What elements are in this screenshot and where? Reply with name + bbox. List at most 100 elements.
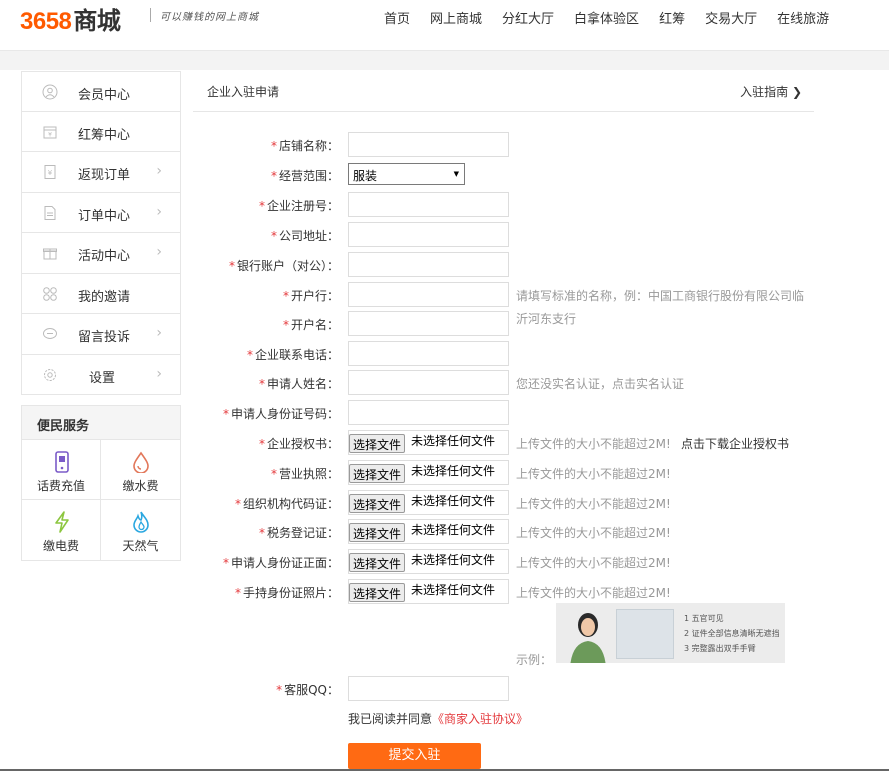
business-scope-select[interactable]: 服装 ▼	[348, 163, 465, 185]
page-title: 企业入驻申请	[207, 85, 280, 99]
nav-trading-hall[interactable]: 交易大厅	[705, 8, 757, 27]
merchant-agreement-link[interactable]: 《商家入驻协议》	[432, 712, 528, 726]
agreement-text: 我已阅读并同意《商家入驻协议》	[348, 712, 529, 726]
form-row-tax-registration: * 税务登记证： 选择文件 未选择任何文件 上传文件的大小不能超过2M!	[0, 519, 889, 544]
required-mark: *	[270, 139, 277, 153]
id-card-illustration	[616, 609, 674, 659]
nav-home[interactable]: 首页	[384, 8, 410, 27]
user-icon	[42, 84, 58, 100]
download-authorization-link[interactable]: 点击下载企业授权书	[681, 435, 789, 452]
handheld-id-file: 选择文件 未选择任何文件	[348, 579, 509, 604]
top-nav: 首页 网上商城 分红大厅 白拿体验区 红筹 交易大厅 在线旅游	[384, 8, 849, 27]
field-label: * 申请人身份证正面：	[222, 556, 339, 570]
applicant-name-input[interactable]	[348, 370, 509, 395]
registration-number-input[interactable]	[348, 192, 509, 217]
field-label: * 组织机构代码证：	[234, 497, 339, 511]
form-row-business-license: * 营业执照： 选择文件 未选择任何文件 上传文件的大小不能超过2M!	[0, 460, 889, 485]
submit-application-button[interactable]: 提交入驻	[348, 743, 481, 769]
form-row-account-name: * 开户名：	[0, 311, 889, 336]
form-row-authorization-letter: * 企业授权书： 选择文件 未选择任何文件 上传文件的大小不能超过2M! 点击下载…	[0, 430, 889, 455]
tax-registration-file: 选择文件 未选择任何文件	[348, 519, 509, 544]
form-row-bank-account: * 银行账户（对公）：	[0, 252, 889, 277]
company-phone-input[interactable]	[348, 341, 509, 366]
example-note: 3 完整露出双手手臂	[684, 644, 756, 653]
form-row-service-qq: * 客服QQ：	[0, 676, 889, 701]
bank-hint: 请填写标准的名称，例：中国工商银行股份有限公司临	[516, 289, 805, 303]
bank-account-input[interactable]	[348, 252, 509, 277]
company-address-input[interactable]	[348, 222, 509, 247]
field-label: * 营业执照：	[270, 467, 339, 481]
form-row-id-number: * 申请人身份证号码：	[0, 400, 889, 425]
logo-number: 3658	[20, 8, 72, 35]
logo-text: 商城	[73, 8, 121, 35]
choose-file-button[interactable]: 选择文件	[349, 553, 406, 572]
nav-free-trial[interactable]: 白拿体验区	[574, 8, 639, 27]
person-illustration	[570, 613, 606, 663]
authorization-letter-file: 选择文件 未选择任何文件	[348, 430, 509, 455]
field-label: * 企业授权书：	[258, 437, 339, 451]
id-front-file: 选择文件 未选择任何文件	[348, 549, 509, 574]
file-size-hint: 上传文件的大小不能超过2M!	[516, 467, 671, 481]
field-label: * 银行账户（对公）：	[228, 259, 339, 273]
realname-auth-hint[interactable]: 您还没实名认证，点击实名认证	[516, 375, 684, 392]
example-note: 1 五官可见	[684, 614, 724, 623]
nav-online-travel[interactable]: 在线旅游	[777, 8, 829, 27]
choose-file-button[interactable]: 选择文件	[349, 464, 406, 483]
field-label: * 公司地址：	[270, 229, 339, 243]
opening-bank-input[interactable]	[348, 282, 509, 307]
example-notes: 1 五官可见 2 证件全部信息清晰无遮挡 3 完整露出双手手臂	[684, 611, 780, 656]
no-file-text: 未选择任何文件	[411, 583, 496, 597]
file-size-hint: 上传文件的大小不能超过2M!	[516, 497, 671, 511]
no-file-text: 未选择任何文件	[411, 434, 496, 448]
choose-file-button[interactable]: 选择文件	[349, 494, 406, 513]
application-panel: 企业入驻申请 入驻指南 ❯	[193, 71, 814, 112]
sidebar-item-member-center[interactable]: 会员中心	[21, 71, 181, 112]
field-label: * 企业联系电话：	[246, 348, 339, 362]
shop-name-input[interactable]	[348, 132, 509, 157]
field-label: * 店铺名称：	[270, 139, 339, 153]
header-divider-band	[0, 50, 889, 70]
field-label: * 申请人姓名：	[258, 377, 339, 391]
form-row-id-front: * 申请人身份证正面： 选择文件 未选择任何文件 上传文件的大小不能超过2M!	[0, 549, 889, 574]
example-handheld-id-photo: 1 五官可见 2 证件全部信息清晰无遮挡 3 完整露出双手手臂	[556, 603, 785, 663]
choose-file-button[interactable]: 选择文件	[349, 523, 406, 542]
choose-file-button[interactable]: 选择文件	[349, 434, 406, 453]
settlement-guide-link[interactable]: 入驻指南 ❯	[740, 83, 802, 100]
nav-dividend-hall[interactable]: 分红大厅	[502, 8, 554, 27]
form-row-company-phone: * 企业联系电话：	[0, 341, 889, 366]
file-size-hint: 上传文件的大小不能超过2M!	[516, 526, 671, 540]
form-row-shop-name: * 店铺名称：	[0, 132, 889, 157]
field-label: * 经营范围：	[270, 169, 339, 183]
field-label: * 企业注册号：	[258, 199, 339, 213]
form-row-registration-number: * 企业注册号：	[0, 192, 889, 217]
logo-divider	[150, 8, 151, 22]
nav-red-chips[interactable]: 红筹	[659, 8, 685, 27]
form-row-org-code: * 组织机构代码证： 选择文件 未选择任何文件 上传文件的大小不能超过2M!	[0, 490, 889, 515]
choose-file-button[interactable]: 选择文件	[349, 583, 406, 602]
field-label: * 税务登记证：	[258, 526, 339, 540]
no-file-text: 未选择任何文件	[411, 553, 496, 567]
file-size-hint: 上传文件的大小不能超过2M!	[516, 437, 671, 451]
form-row-handheld-id: * 手持身份证照片： 选择文件 未选择任何文件 上传文件的大小不能超过2M!	[0, 579, 889, 604]
field-label: * 手持身份证照片：	[234, 586, 339, 600]
id-number-input[interactable]	[348, 400, 509, 425]
file-size-hint: 上传文件的大小不能超过2M!	[516, 586, 671, 600]
service-qq-input[interactable]	[348, 676, 509, 701]
example-note: 2 证件全部信息清晰无遮挡	[684, 629, 780, 638]
account-name-input[interactable]	[348, 311, 509, 336]
site-logo[interactable]: 3658商城	[20, 1, 121, 36]
file-size-hint: 上传文件的大小不能超过2M!	[516, 556, 671, 570]
field-label: * 客服QQ：	[276, 683, 339, 697]
sidebar-item-label: 会员中心	[78, 88, 131, 103]
panel-header: 企业入驻申请 入驻指南 ❯	[193, 71, 814, 112]
org-code-file: 选择文件 未选择任何文件	[348, 490, 509, 515]
no-file-text: 未选择任何文件	[411, 464, 496, 478]
nav-online-mall[interactable]: 网上商城	[430, 8, 482, 27]
business-license-file: 选择文件 未选择任何文件	[348, 460, 509, 485]
selected-value: 服装	[353, 169, 378, 183]
field-label: * 开户行：	[282, 289, 339, 303]
no-file-text: 未选择任何文件	[411, 523, 496, 537]
form-row-company-address: * 公司地址：	[0, 222, 889, 247]
form-row-applicant-name: * 申请人姓名： 您还没实名认证，点击实名认证	[0, 370, 889, 395]
form-row-business-scope: * 经营范围： 服装 ▼	[0, 162, 889, 187]
